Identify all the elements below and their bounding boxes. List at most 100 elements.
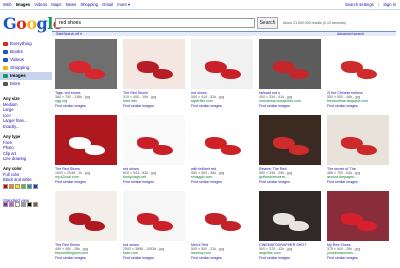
find-similar-link[interactable]: Find similar images	[55, 104, 117, 108]
find-similar-link[interactable]: Find similar images	[259, 256, 321, 260]
result-thumbnail[interactable]	[327, 115, 389, 165]
search-button[interactable]: Search	[257, 17, 278, 29]
shoe-shape	[153, 221, 173, 231]
color-swatch[interactable]	[27, 184, 32, 189]
result-thumbnail[interactable]	[55, 39, 117, 89]
sidebar-item-shopping[interactable]: Shopping	[0, 64, 52, 72]
topnav-gmail[interactable]: Gmail	[102, 2, 113, 7]
find-similar-link[interactable]: Find similar images	[327, 104, 389, 108]
sidebar-item-everything[interactable]: Everything	[0, 40, 52, 48]
image-result[interactable]: My Red Shoes 375 × 500 - 26k - jpg jumpblo…	[327, 191, 389, 260]
result-caption: red shoes 2592 × 3888 - 1053k - jpg flickr…	[123, 243, 185, 260]
result-thumbnail[interactable]	[327, 191, 389, 241]
topnav-images[interactable]: Images	[16, 2, 30, 7]
result-thumbnail[interactable]	[191, 39, 253, 89]
topnav-videos[interactable]: Videos	[34, 2, 47, 7]
color-swatch[interactable]	[33, 184, 38, 189]
sidebar-item-videos[interactable]: Videos	[0, 56, 52, 64]
image-result[interactable]: Review: The Red 550 × 336 - 29k - jpg goth…	[259, 115, 321, 184]
image-result[interactable]: red shoes 500 × 414 - 52k - jpg stylerflex…	[191, 39, 253, 108]
result-thumbnail[interactable]	[327, 39, 389, 89]
search-input[interactable]	[55, 18, 255, 28]
size-filter: Any size Medium Large Icon Larger than..…	[3, 96, 51, 129]
find-similar-link[interactable]: Find similar images	[55, 180, 117, 184]
book-icon	[3, 50, 8, 54]
images-icon	[3, 74, 8, 78]
find-similar-link[interactable]: Find similar images	[123, 104, 185, 108]
standard-view-link[interactable]: Standard view	[3, 198, 29, 203]
type-option[interactable]: Line drawing	[3, 156, 51, 162]
result-thumbnail[interactable]	[259, 191, 321, 241]
color-option[interactable]: Black and white	[3, 177, 51, 183]
result-thumbnail[interactable]	[191, 115, 253, 165]
shoe-shape	[289, 69, 309, 79]
image-result[interactable]: red shoes 2592 × 3888 - 1053k - jpg flickr…	[123, 191, 185, 260]
shoe-shape	[85, 221, 105, 231]
top-nav: Web Images Videos Maps News Shopping Gma…	[3, 2, 133, 7]
result-thumbnail[interactable]	[191, 191, 253, 241]
find-similar-link[interactable]: Find similar images	[191, 180, 253, 184]
image-result[interactable]: Tags: red shoes 384 × 700 - 136k - jpg ngg…	[55, 39, 117, 108]
color-swatch[interactable]	[9, 184, 14, 189]
shoe-shape	[85, 145, 105, 155]
topnav-news[interactable]: News	[66, 2, 76, 7]
find-similar-link[interactable]: Find similar images	[327, 180, 389, 184]
size-option[interactable]: Exactly...	[3, 124, 51, 130]
shoe-shape	[357, 69, 377, 79]
sidebar-item-label: Everything	[10, 41, 32, 46]
result-thumbnail[interactable]	[123, 191, 185, 241]
image-result[interactable]: The Red Shoes 319 × 400 - 19k - jpg bard.e…	[123, 39, 185, 108]
find-similar-link[interactable]: Find similar images	[191, 104, 253, 108]
result-caption: with brilliant red 500 × 500 - 38k - jpg s…	[191, 167, 253, 184]
topnav-maps[interactable]: Maps	[51, 2, 61, 7]
find-similar-link[interactable]: Find similar images	[259, 180, 321, 184]
result-thumbnail[interactable]	[123, 115, 185, 165]
result-caption: Men's Red 500 × 500 - 22k - jpg laceboy.co…	[191, 243, 253, 260]
image-result[interactable]: CINEMATOGRAPHER SHOT 500 × 375 - 12k - jp…	[259, 191, 321, 260]
image-result[interactable]: The secret of 'The 466 × 700 - 64k - jpg a…	[327, 115, 389, 184]
result-caption: 2) the Chinese believe 500 × 500 - 46k - …	[327, 91, 389, 108]
image-result[interactable]: with brilliant red 500 × 500 - 38k - jpg s…	[191, 115, 253, 184]
result-caption: railroad red s 450 × 334 - 41k - jpg varso…	[259, 91, 321, 108]
shoe-shape	[153, 145, 173, 155]
image-result[interactable]: Men's Red 500 × 500 - 22k - jpg laceboy.co…	[191, 191, 253, 260]
advanced-search-link[interactable]: Advanced search	[337, 32, 364, 36]
shoe-shape	[221, 145, 241, 155]
image-result[interactable]: red shoes 600 × 543 - 83k - jpg funky.bags…	[123, 115, 185, 184]
find-similar-link[interactable]: Find similar images	[259, 104, 321, 108]
topnav-more[interactable]: more ▾	[117, 2, 130, 7]
shopping-icon	[3, 66, 8, 70]
image-result[interactable]: 2) the Chinese believe 500 × 500 - 46k - …	[327, 39, 389, 108]
image-result[interactable]: railroad red s 450 × 334 - 41k - jpg varso…	[259, 39, 321, 108]
sidebar-item-books[interactable]: Books	[0, 48, 52, 56]
color-swatch[interactable]	[21, 184, 26, 189]
find-similar-link[interactable]: Find similar images	[191, 256, 253, 260]
sidebar-item-more[interactable]: More	[0, 80, 52, 88]
shoe-shape	[153, 69, 173, 79]
topnav-shopping[interactable]: Shopping	[80, 2, 98, 7]
shoe-shape	[357, 145, 377, 155]
find-similar-link[interactable]: Find similar images	[327, 256, 389, 260]
result-thumbnail[interactable]	[123, 39, 185, 89]
find-similar-link[interactable]: Find similar images	[123, 256, 185, 260]
color-swatch[interactable]	[33, 202, 38, 207]
top-links: Search settings | Sign in	[342, 2, 396, 7]
find-similar-link[interactable]: Find similar images	[123, 180, 185, 184]
result-thumbnail[interactable]	[259, 115, 321, 165]
sidebar-item-images[interactable]: Images	[0, 72, 52, 80]
result-thumbnail[interactable]	[259, 39, 321, 89]
sign-in-link[interactable]: Sign in	[383, 2, 396, 7]
find-similar-link[interactable]: Find similar images	[55, 256, 117, 260]
result-thumbnail[interactable]	[55, 191, 117, 241]
search-settings-link[interactable]: Search settings	[345, 2, 374, 7]
safesearch-toggle[interactable]: SafeSearch off ▾	[56, 32, 82, 36]
image-result[interactable]: The Red Shoes 1600 × 2048 - 1k - jpg my.s2…	[55, 115, 117, 184]
logo-letter: o	[16, 14, 27, 33]
result-thumbnail[interactable]	[55, 115, 117, 165]
topnav-web[interactable]: Web	[3, 2, 12, 7]
color-swatch[interactable]	[3, 184, 8, 189]
color-swatch[interactable]	[15, 184, 20, 189]
result-caption: CINEMATOGRAPHER SHOT 500 × 375 - 12k - jp…	[259, 243, 321, 260]
result-caption: Tags: red shoes 384 × 700 - 136k - jpg ngg…	[55, 91, 117, 108]
image-result[interactable]: The Red Shoes 499 × 480 - 26k - jpg beyond…	[55, 191, 117, 260]
